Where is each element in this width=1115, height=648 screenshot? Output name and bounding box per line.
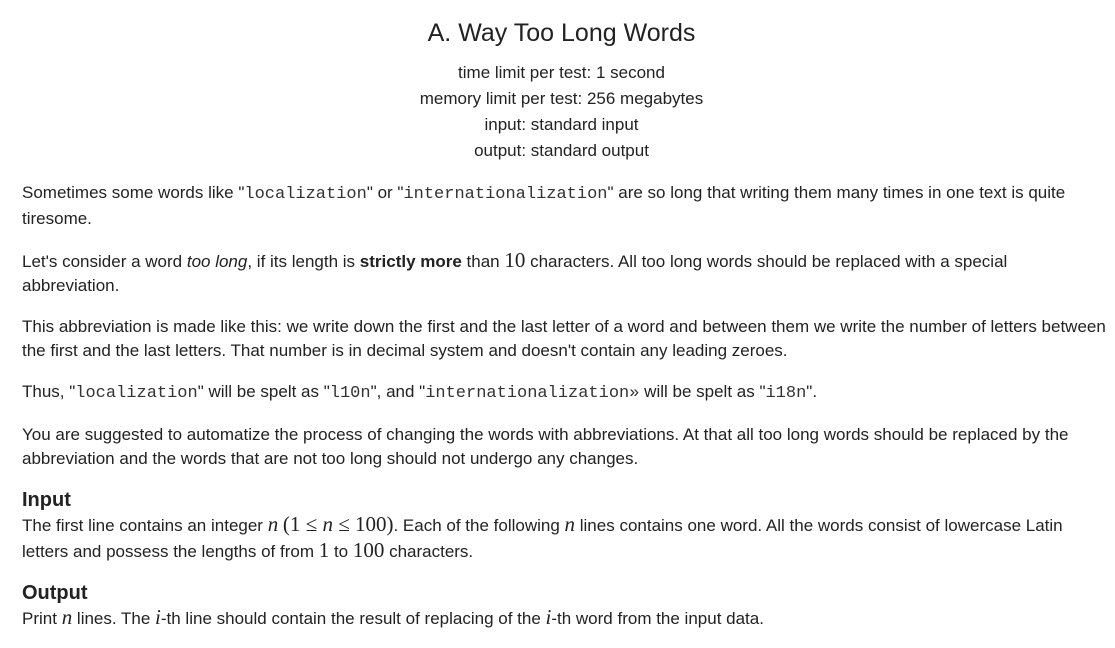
- text-fragment: Sometimes some words like ": [22, 183, 245, 202]
- math-n: n: [564, 512, 576, 536]
- input-spec: input: standard input: [484, 115, 639, 134]
- code-localization: localization: [75, 384, 198, 403]
- code-internationalization: internationalization»: [425, 384, 640, 403]
- math-n: n: [61, 605, 73, 629]
- output-spec: output: standard output: [474, 141, 649, 160]
- input-description: The first line contains an integer n (1 …: [22, 512, 1107, 564]
- problem-statement: Sometimes some words like "localization"…: [22, 181, 1107, 648]
- output-section-title: Output: [22, 582, 88, 604]
- statement-paragraph-3: This abbreviation is made like this: we …: [22, 317, 1106, 360]
- time-limit: time limit per test: 1 second: [458, 63, 665, 82]
- code-l10n: l10n: [329, 384, 371, 403]
- text-fragment: than: [461, 252, 505, 271]
- math-fragment: (1 ≤: [282, 512, 323, 536]
- text-fragment: " or ": [366, 183, 404, 202]
- output-description: Print n lines. The i-th line should cont…: [22, 605, 1107, 631]
- text-fragment: characters.: [384, 542, 474, 561]
- text-fragment: ", and ": [370, 382, 426, 401]
- math-constraint: (1 ≤ n ≤ 100): [283, 512, 394, 536]
- math-ten: 10: [504, 248, 526, 272]
- math-hundred: 100: [352, 538, 385, 562]
- text-fragment: to: [329, 542, 353, 561]
- text-fragment: will be spelt as ": [639, 382, 766, 401]
- math-fragment: ≤ 100): [332, 512, 394, 536]
- math-n: n: [267, 512, 279, 536]
- problem-header: A. Way Too Long Words time limit per tes…: [0, 16, 1115, 164]
- strong-strictly-more: strictly more: [359, 252, 462, 271]
- code-internationalization: internationalization: [403, 185, 608, 204]
- text-fragment: ".: [806, 382, 818, 401]
- text-fragment: Thus, ": [22, 382, 76, 401]
- text-fragment: Let's consider a word: [22, 252, 187, 271]
- input-section: Input The first line contains an integer…: [22, 488, 1107, 564]
- math-n: n: [322, 512, 333, 536]
- memory-limit: memory limit per test: 256 megabytes: [419, 89, 704, 108]
- statement-paragraph-2: Let's consider a word too long, if its l…: [22, 248, 1107, 298]
- text-fragment: , if its length is: [247, 252, 360, 271]
- statement-paragraph-5: You are suggested to automatize the proc…: [22, 425, 1069, 468]
- text-fragment: The first line contains an integer: [22, 516, 268, 535]
- text-fragment: -th line should contain the result of re…: [160, 609, 546, 628]
- text-fragment: " will be spelt as ": [197, 382, 330, 401]
- emphasis-too-long: too long: [186, 252, 248, 271]
- output-section: Output Print n lines. The i-th line shou…: [22, 581, 1107, 631]
- text-fragment: lines. The: [72, 609, 156, 628]
- input-section-title: Input: [22, 489, 71, 511]
- code-i18n: i18n: [765, 384, 807, 403]
- problem-title: A. Way Too Long Words: [427, 19, 696, 47]
- text-fragment: Print: [22, 609, 62, 628]
- text-fragment: -th word from the input data.: [551, 609, 764, 628]
- text-fragment: . Each of the following: [393, 516, 565, 535]
- code-localization: localization: [244, 185, 367, 204]
- math-one: 1: [318, 538, 330, 562]
- statement-paragraph-4: Thus, "localization" will be spelt as "l…: [22, 380, 1107, 406]
- statement-paragraph-1: Sometimes some words like "localization"…: [22, 181, 1107, 231]
